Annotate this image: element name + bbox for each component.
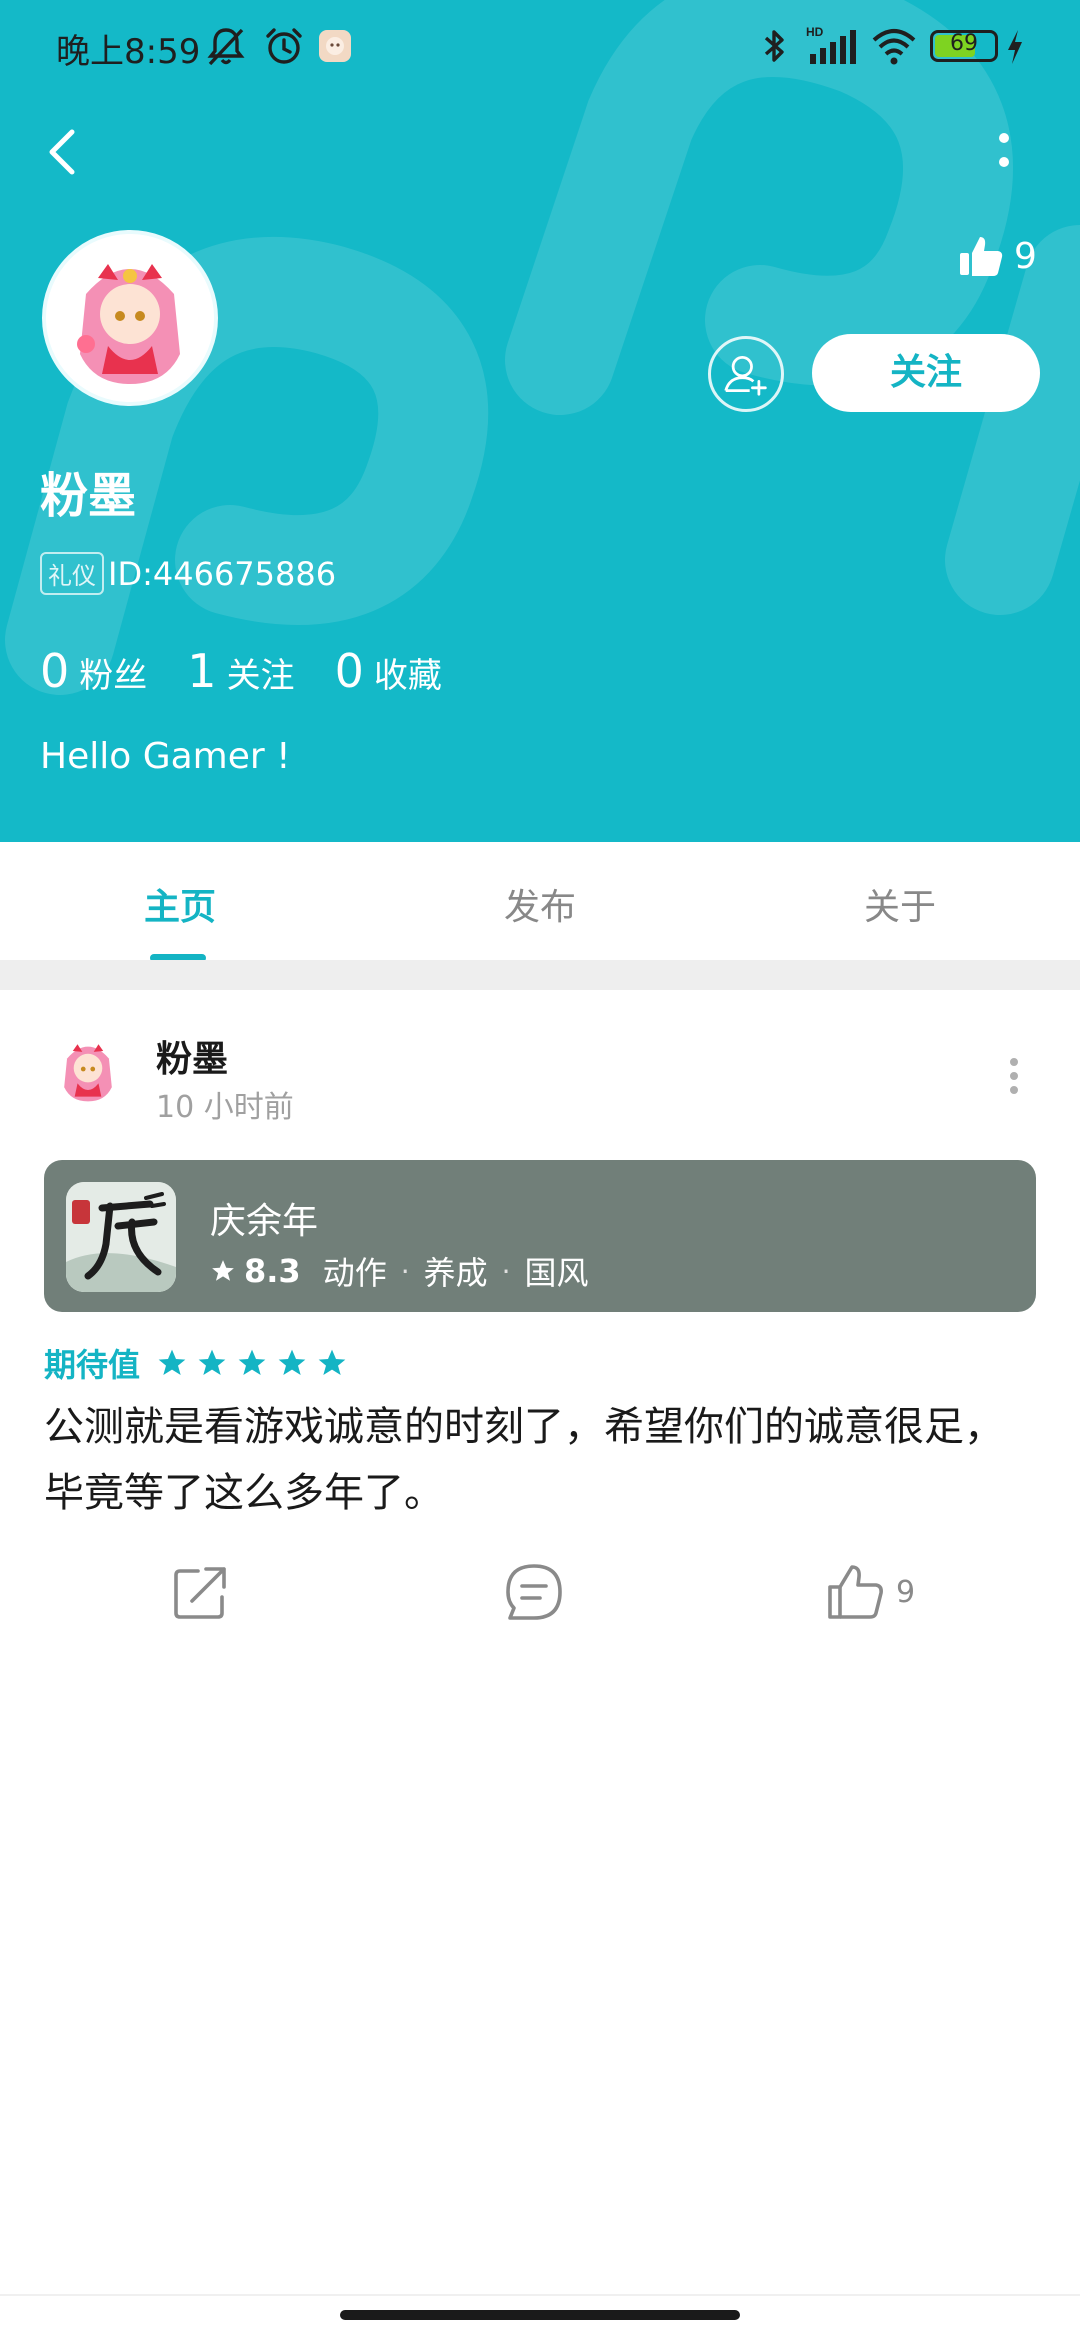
profile-header: 晚上8:59 HD 69 9 关注 粉墨 礼仪 ID:446675886 0 粉… [0,0,1080,842]
section-divider [0,960,1080,990]
stat-label: 粉丝 [79,656,148,696]
back-icon[interactable] [40,122,84,182]
game-tag: 国风 [524,1254,589,1292]
battery-indicator: 69 [930,30,998,62]
comment-icon [506,1564,562,1620]
user-id: ID:446675886 [108,554,337,593]
comment-button[interactable] [504,1560,564,1624]
star-icon [278,1349,306,1375]
star-icon [238,1349,266,1375]
profile-stats: 0 粉丝 1 关注 0 收藏 [40,644,442,698]
home-indicator[interactable] [340,2310,740,2320]
like-count: 9 [896,1574,916,1610]
thumbs-up-icon [960,237,1003,276]
charging-icon [1008,30,1022,64]
profile-bio: Hello Gamer ! [40,736,291,777]
profile-likes[interactable]: 9 [958,228,1037,284]
stat-count: 0 [40,644,70,698]
game-meta: 8.3 动作 · 养成 · 国风 [210,1248,589,1294]
signal-icon: HD [806,25,856,64]
game-tag: 养成 [423,1254,488,1292]
star-icon [198,1349,226,1375]
stat-followers[interactable]: 0 粉丝 [40,644,147,698]
likes-count: 9 [1014,235,1037,277]
game-card[interactable]: 庆余年 8.3 动作 · 养成 · 国风 [44,1160,1036,1312]
star-icon [318,1349,346,1375]
star-icon [158,1349,186,1375]
post-actions: 9 [0,1560,1080,1632]
mute-notification-icon [207,28,245,66]
thumbs-up-outline-icon [828,1565,883,1619]
post-author-avatar[interactable] [48,1030,128,1110]
avatar-image [46,234,214,402]
game-title: 庆余年 [210,1201,319,1242]
status-bar: 晚上8:59 HD 69 [0,0,1080,96]
post-avatar-image [48,1030,128,1110]
watermark-logo [5,0,1080,695]
tab-home[interactable]: 主页 [0,842,360,960]
bottom-divider [0,2294,1080,2296]
app-notification-icon [319,30,351,62]
game-icon [66,1182,176,1292]
battery-level: 69 [950,31,978,56]
profile-username: 粉墨 [40,468,137,524]
tab-posts[interactable]: 发布 [360,842,720,960]
bluetooth-icon [764,30,784,62]
tab-about[interactable]: 关于 [720,842,1080,960]
stat-label: 收藏 [373,656,442,696]
follow-button[interactable]: 关注 [812,334,1040,412]
svg-text:HD: HD [806,25,824,39]
game-tag: 动作 [322,1254,387,1292]
game-icon-art [66,1182,176,1292]
avatar[interactable] [42,230,218,406]
game-score: 8.3 [244,1252,301,1290]
expectation-rating: 期待值 [44,1340,348,1386]
post-author-name[interactable]: 粉墨 [156,1030,228,1082]
share-icon [174,1567,226,1619]
post-more-icon[interactable] [1004,1052,1024,1108]
share-button[interactable] [172,1560,230,1624]
rating-star-icon [212,1260,234,1281]
stat-count: 0 [334,644,364,698]
alarm-icon [266,28,302,64]
more-options-icon[interactable] [990,124,1018,180]
tag-separator: · [400,1254,410,1288]
post-timestamp: 10 小时前 [156,1090,294,1125]
user-tag-badge: 礼仪 [40,552,104,595]
tag-separator: · [501,1254,511,1288]
wifi-icon [872,29,916,65]
user-id-row: 礼仪 ID:446675886 [40,552,336,595]
status-time: 晚上8:59 [56,32,201,72]
stat-label: 关注 [226,656,295,696]
like-button[interactable]: 9 [826,1560,915,1624]
stat-count: 1 [187,644,217,698]
add-friend-icon[interactable] [708,336,784,412]
profile-tabs: 主页 发布 关于 [0,842,1080,960]
expectation-label: 期待值 [44,1346,141,1384]
stat-favorites[interactable]: 0 收藏 [335,644,442,698]
post-body: 公测就是看游戏诚意的时刻了，希望你们的诚意很足，毕竟等了这么多年了。 [44,1404,1004,1516]
stat-following[interactable]: 1 关注 [187,644,294,698]
